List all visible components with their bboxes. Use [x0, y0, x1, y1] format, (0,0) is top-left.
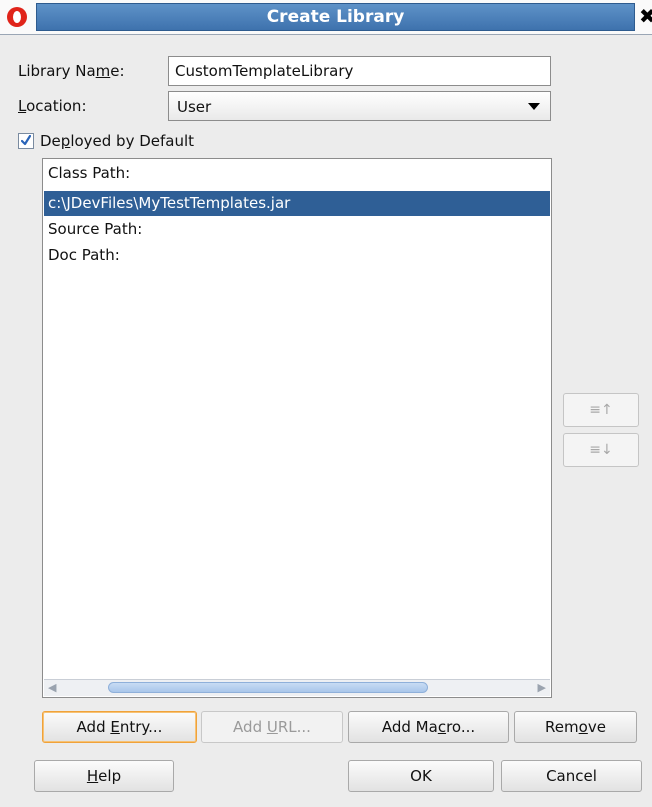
close-icon[interactable]: ✖	[639, 5, 652, 27]
list-item-source-path[interactable]: Source Path:	[44, 217, 550, 242]
deployed-by-default-label: Deployed by Default	[40, 132, 195, 150]
scroll-left-icon[interactable]: ◀	[48, 681, 56, 694]
horizontal-scrollbar[interactable]: ◀ ▶	[44, 679, 550, 696]
help-button[interactable]: Help	[34, 760, 174, 792]
check-icon	[21, 135, 31, 146]
location-dropdown[interactable]: User	[168, 91, 551, 121]
deployed-by-default-checkbox[interactable]	[18, 133, 34, 149]
scrollbar-thumb[interactable]	[108, 682, 428, 693]
library-name-label: Library Name:	[18, 62, 125, 80]
location-label: Location:	[18, 97, 87, 115]
add-entry-button[interactable]: Add Entry...	[42, 711, 197, 743]
move-down-icon: ≡↓	[589, 442, 613, 458]
library-path-list[interactable]: Class Path: c:\JDevFiles\MyTestTemplates…	[42, 158, 552, 698]
move-down-button[interactable]: ≡↓	[563, 433, 639, 467]
window-title: Create Library	[36, 3, 635, 31]
scroll-right-icon[interactable]: ▶	[538, 681, 546, 694]
ok-button[interactable]: OK	[348, 760, 494, 792]
library-name-input[interactable]	[168, 56, 551, 86]
location-value: User	[177, 98, 212, 116]
list-item-class-path[interactable]: Class Path:	[44, 161, 550, 186]
add-url-button[interactable]: Add URL...	[201, 711, 343, 743]
move-up-button[interactable]: ≡↑	[563, 393, 639, 427]
cancel-button[interactable]: Cancel	[501, 760, 642, 792]
remove-button[interactable]: Remove	[514, 711, 637, 743]
title-bar: Create Library ✖	[0, 0, 652, 35]
move-up-icon: ≡↑	[589, 402, 613, 418]
oracle-app-icon	[7, 7, 27, 27]
list-item-class-path-entry[interactable]: c:\JDevFiles\MyTestTemplates.jar	[44, 191, 550, 216]
chevron-down-icon	[528, 103, 540, 110]
add-macro-button[interactable]: Add Macro...	[348, 711, 509, 743]
list-item-doc-path[interactable]: Doc Path:	[44, 243, 550, 268]
